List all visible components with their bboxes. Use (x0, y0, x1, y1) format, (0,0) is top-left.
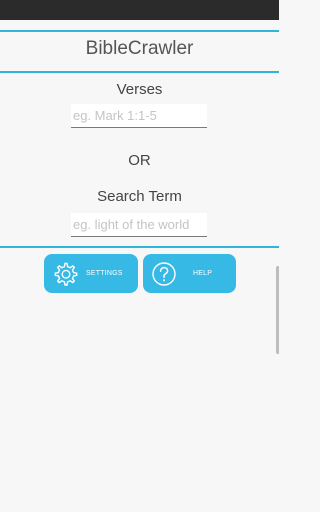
question-circle-icon (151, 261, 177, 287)
header-bottom-divider (0, 71, 279, 73)
form-bottom-divider (0, 246, 279, 248)
search-term-label: Search Term (97, 188, 182, 205)
or-separator: OR (128, 152, 151, 169)
verses-input[interactable] (73, 104, 207, 127)
status-bar (0, 0, 279, 20)
search-term-field[interactable] (71, 213, 207, 237)
settings-button[interactable]: SETTINGS (44, 254, 138, 293)
search-term-input[interactable] (73, 213, 207, 236)
verses-label: Verses (116, 81, 163, 98)
edge-scroll-handle[interactable] (276, 266, 279, 354)
app-title: BibleCrawler (85, 38, 194, 59)
verses-field[interactable] (71, 104, 207, 128)
header-top-divider (0, 30, 279, 32)
help-button-label: HELP (193, 270, 213, 277)
gear-icon (52, 261, 78, 287)
help-button[interactable]: HELP (143, 254, 236, 293)
settings-button-label: SETTINGS (86, 270, 123, 277)
